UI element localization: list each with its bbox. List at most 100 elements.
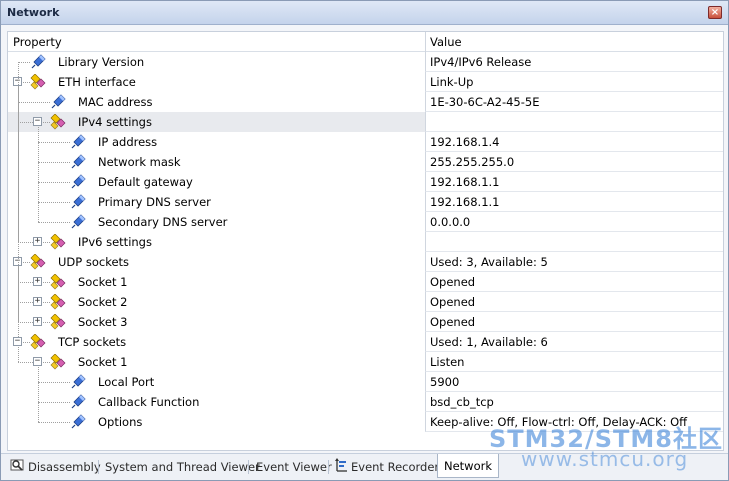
value-cell[interactable]: IPv4/IPv6 Release [425,52,723,72]
tab-event-recorder[interactable]: Event Recorder [351,457,439,477]
value-cell[interactable]: bsd_cb_tcp [425,392,723,412]
value-cell[interactable] [425,112,723,132]
property-cell[interactable]: Primary DNS server [8,192,425,212]
collapse-toggle[interactable]: − [33,117,42,126]
value-cell[interactable]: 1E-30-6C-A2-45-5E [425,92,723,112]
value-cell[interactable] [425,232,723,252]
tree-connector [23,82,30,83]
column-separator[interactable] [425,32,426,52]
expand-toggle[interactable]: + [33,237,42,246]
property-cell[interactable]: + Socket 2 [8,292,425,312]
property-cell[interactable]: Local Port [8,372,425,392]
tab-system-thread-viewer[interactable]: System and Thread Viewer [105,457,260,477]
collapse-toggle[interactable]: − [33,357,42,366]
value-cell[interactable]: Opened [425,312,723,332]
network-window: Network × Property Value Library Version… [0,0,729,481]
expand-toggle[interactable]: + [33,297,42,306]
value-cell[interactable]: 192.168.1.1 [425,192,723,212]
tree-connector [18,102,50,103]
value-cell[interactable]: Link-Up [425,72,723,92]
value-cell[interactable]: Opened [425,292,723,312]
tab-event-viewer[interactable]: Event Viewer [256,457,332,477]
property-item-icon [31,54,46,69]
tree-line [18,347,19,362]
expand-toggle[interactable]: + [33,317,42,326]
property-label: Library Version [58,55,145,69]
tab-disassembly[interactable]: Disassembly [28,457,101,477]
table-row[interactable]: Secondary DNS server 0.0.0.0 [8,212,723,232]
property-cell[interactable]: − UDP sockets [8,252,425,272]
close-button[interactable]: × [708,6,722,19]
tree-connector [43,322,50,323]
tree-connector [23,342,30,343]
value-cell[interactable]: 5900 [425,372,723,392]
collapse-toggle[interactable]: − [13,337,22,346]
property-group-icon [30,334,46,350]
property-cell[interactable]: Callback Function [8,392,425,412]
table-row[interactable]: − TCP sockets Used: 1, Available: 6 [8,332,723,352]
value-cell[interactable]: 192.168.1.1 [425,172,723,192]
property-label: IPv6 settings [78,235,152,249]
window-titlebar[interactable]: Network × [1,1,728,25]
property-cell[interactable]: − Socket 1 [8,352,425,372]
property-cell[interactable]: Secondary DNS server [8,212,425,232]
value-cell[interactable]: 255.255.255.0 [425,152,723,172]
table-row[interactable]: Callback Function bsd_cb_tcp [8,392,723,412]
expand-toggle[interactable]: + [33,277,42,286]
property-cell[interactable]: Network mask [8,152,425,172]
column-header-property[interactable]: Property [13,35,62,49]
table-row[interactable]: − ETH interface Link-Up [8,72,723,92]
property-label: Network mask [98,155,181,169]
table-row[interactable]: − IPv4 settings [8,112,723,132]
property-cell[interactable]: IP address [8,132,425,152]
table-row[interactable]: − Socket 1 Listen [8,352,723,372]
table-row[interactable]: MAC address 1E-30-6C-A2-45-5E [8,92,723,112]
property-cell[interactable]: + Socket 1 [8,272,425,292]
table-row[interactable]: + Socket 2 Opened [8,292,723,312]
tab-network[interactable]: Network [437,454,500,478]
property-cell[interactable]: Library Version [8,52,425,72]
value-cell[interactable]: Opened [425,272,723,292]
property-cell[interactable]: Default gateway [8,172,425,192]
value-text: 0.0.0.0 [430,215,471,229]
tree-line [38,127,39,222]
value-cell[interactable]: Used: 3, Available: 5 [425,252,723,272]
table-row[interactable]: − UDP sockets Used: 3, Available: 5 [8,252,723,272]
value-text: IPv4/IPv6 Release [430,55,532,69]
tree-connector [18,302,33,303]
property-cell[interactable]: − TCP sockets [8,332,425,352]
property-group-icon [30,254,46,270]
property-group-icon [50,314,66,330]
table-row[interactable]: Network mask 255.255.255.0 [8,152,723,172]
value-cell[interactable]: Used: 1, Available: 6 [425,332,723,352]
column-header-value[interactable]: Value [430,35,462,49]
tree-connector [18,62,30,63]
property-item-icon [71,134,86,149]
table-row[interactable]: + Socket 1 Opened [8,272,723,292]
property-cell[interactable]: − IPv4 settings [8,112,425,132]
property-label: MAC address [78,95,153,109]
tree-connector [23,262,30,263]
property-group-icon [50,354,66,370]
table-row[interactable]: + Socket 3 Opened [8,312,723,332]
table-row[interactable]: IP address 192.168.1.4 [8,132,723,152]
property-cell[interactable]: + Socket 3 [8,312,425,332]
property-cell[interactable]: MAC address [8,92,425,112]
table-row[interactable]: + IPv6 settings [8,232,723,252]
property-cell[interactable]: Options [8,412,425,432]
tree-connector [18,122,33,123]
table-row[interactable]: Primary DNS server 192.168.1.1 [8,192,723,212]
tree-connector [43,242,50,243]
value-cell[interactable]: Listen [425,352,723,372]
window-title: Network [7,6,60,19]
table-row[interactable]: Default gateway 192.168.1.1 [8,172,723,192]
value-text: Link-Up [430,75,474,89]
value-text: Used: 1, Available: 6 [430,335,548,349]
property-item-icon [71,414,86,429]
table-row[interactable]: Library Version IPv4/IPv6 Release [8,52,723,72]
value-cell[interactable]: 0.0.0.0 [425,212,723,232]
value-cell[interactable]: 192.168.1.4 [425,132,723,152]
property-cell[interactable]: + IPv6 settings [8,232,425,252]
property-cell[interactable]: − ETH interface [8,72,425,92]
table-row[interactable]: Local Port 5900 [8,372,723,392]
